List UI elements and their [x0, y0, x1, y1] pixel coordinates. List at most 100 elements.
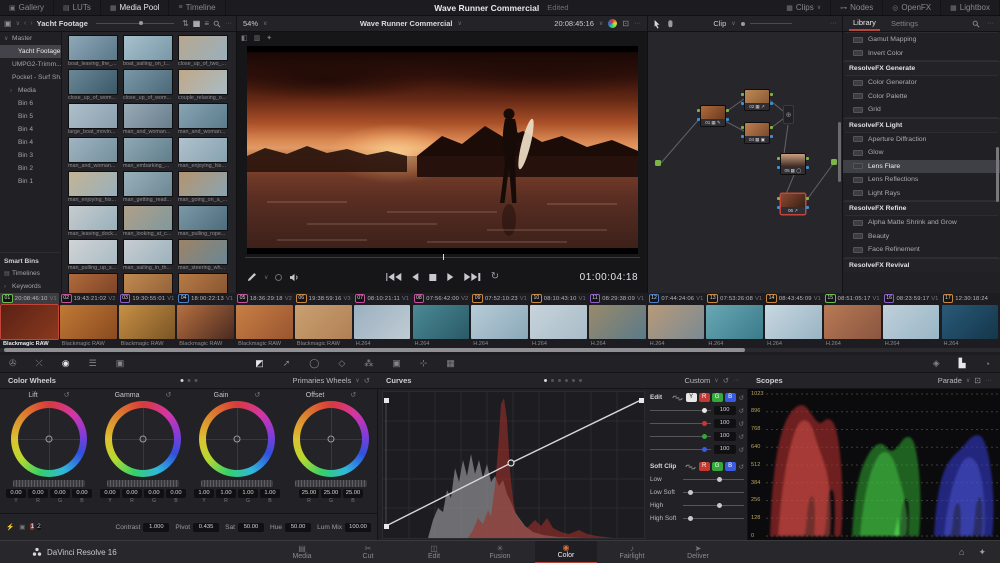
soft-link-icon[interactable]: [685, 464, 696, 470]
gain-value-R[interactable]: 1.00: [216, 489, 236, 498]
media-clip-thumbnail[interactable]: [178, 171, 228, 197]
bin-item-yacht-footage[interactable]: Yacht Footage: [0, 45, 61, 58]
gain-value-G[interactable]: 1.00: [238, 489, 258, 498]
source-node-dot[interactable]: [655, 160, 661, 166]
gamma-value-R[interactable]: 0.00: [122, 489, 142, 498]
fx-item-gamut-mapping[interactable]: Gamut Mapping: [845, 33, 998, 47]
node-graph-scrollbar[interactable]: [838, 122, 841, 182]
media-clip-close-up-of-two[interactable]: close_up_of_two_...: [178, 35, 233, 68]
bin-item-media[interactable]: › Media: [0, 84, 61, 97]
media-clip-thumbnail[interactable]: [68, 35, 118, 61]
wipe-icon[interactable]: ◧: [241, 34, 248, 42]
media-clip-man-and-woman[interactable]: man_and_woman...: [68, 137, 123, 170]
media-clip-thumbnail[interactable]: [68, 103, 118, 129]
annotate-pencil-icon[interactable]: [247, 272, 257, 282]
fx-item-lens-reflections[interactable]: Lens Reflections: [845, 173, 998, 187]
auto-icon[interactable]: ⚡: [6, 523, 14, 531]
media-clip-man-looking-at-c[interactable]: man_looking_at_c...: [123, 205, 178, 238]
wheels-page-1[interactable]: 1: [30, 523, 35, 530]
media-clip-man-enjoying-his[interactable]: man_enjoying_his...: [178, 137, 233, 170]
blur-icon[interactable]: ⊹: [411, 358, 438, 369]
bin-item-bin-4[interactable]: Bin 4: [0, 123, 61, 136]
split-compare-icon[interactable]: ▥: [254, 34, 261, 42]
edit-slider-value[interactable]: 100: [713, 419, 736, 428]
soft-reset-icon[interactable]: ↺: [739, 463, 744, 471]
gamma-color-wheel[interactable]: [105, 401, 181, 477]
smart-bin-keywords[interactable]: › Keywords: [0, 280, 61, 293]
timeline-clip-01[interactable]: 01 20:08:46:10 V1 Blackmagic RAW: [0, 293, 59, 349]
window-icon[interactable]: ◯: [300, 358, 329, 369]
gain-value-Y[interactable]: 1.00: [194, 489, 214, 498]
timeline-clip-15[interactable]: 15 08:51:05:17 V1 H.264: [823, 293, 882, 349]
softclip-slider-high[interactable]: [683, 503, 744, 508]
media-clip-man-getting-read[interactable]: man_getting_read...: [123, 171, 178, 204]
corrector-node-06[interactable]: 06 ↗: [777, 193, 809, 215]
color-match-icon[interactable]: ⤫: [27, 358, 53, 369]
motion-effects-icon[interactable]: ▣: [107, 358, 135, 369]
param-contrast-value[interactable]: 1.000: [143, 522, 170, 532]
bin-item-bin-2[interactable]: Bin 2: [0, 162, 61, 175]
edit-slider[interactable]: [650, 447, 711, 452]
timeline-clip-thumbnail[interactable]: [236, 305, 293, 339]
node-bypass-icon[interactable]: [740, 21, 745, 26]
media-clip-thumbnail[interactable]: [178, 103, 228, 129]
scopes-mode-select[interactable]: Parade: [938, 376, 962, 385]
slider-reset-icon[interactable]: ↺: [739, 407, 744, 415]
wheels-mode-select[interactable]: Primaries Wheels: [293, 376, 352, 385]
grid-view-icon[interactable]: ▦: [193, 19, 201, 28]
thumb-size-slider[interactable]: [95, 21, 175, 25]
scopes-more-icon[interactable]: ···: [985, 377, 992, 384]
timeline-scrollbar[interactable]: [4, 348, 745, 352]
audio-icon[interactable]: [289, 273, 300, 282]
fx-item-grid[interactable]: Grid: [845, 103, 998, 117]
media-clip-thumbnail[interactable]: [68, 69, 118, 95]
magic-mask-icon[interactable]: ▣: [383, 358, 411, 369]
media-clip-man-going-on-a[interactable]: man_going_on_a_...: [178, 171, 233, 204]
media-clip-man-and-woman[interactable]: man_and_woman...: [178, 103, 233, 136]
param-pivot-value[interactable]: 0.435: [193, 522, 220, 532]
compare-icon[interactable]: [275, 273, 283, 281]
timeline-clip-thumbnail[interactable]: [471, 305, 528, 339]
layer-mixer-node[interactable]: ⊕: [783, 105, 794, 124]
media-clip-close-up-of-wom[interactable]: close_up_of_wom...: [123, 69, 178, 102]
fx-item-color-palette[interactable]: Color Palette: [845, 90, 998, 104]
curves-mode-select[interactable]: Custom: [684, 376, 710, 385]
timeline-clip-thumbnail[interactable]: [765, 305, 822, 339]
media-clip-man-steering-wh[interactable]: man_steering_wh...: [178, 239, 233, 272]
timeline-clip-thumbnail[interactable]: [59, 305, 117, 339]
camera-raw-icon[interactable]: ✇: [0, 358, 27, 369]
slider-reset-icon[interactable]: ↺: [739, 446, 744, 454]
bin-item-bin-1[interactable]: Bin 1: [0, 175, 61, 188]
timeline-clip-thumbnail[interactable]: [294, 305, 352, 339]
media-clip-close-up-of-wom[interactable]: close_up_of_wom...: [68, 69, 123, 102]
media-clip-thumbnail[interactable]: [123, 171, 173, 197]
softclip-slider-low[interactable]: [683, 477, 744, 482]
wheel-center-handle[interactable]: [45, 435, 53, 443]
topbar-right-nodes-button[interactable]: ⊶ Nodes: [831, 0, 884, 15]
timeline-clip-thumbnail[interactable]: [941, 305, 999, 339]
viewer-scrub-bar[interactable]: [237, 254, 648, 260]
media-clip-thumbnail[interactable]: [123, 69, 173, 95]
softclip-slider-high-soft[interactable]: [683, 516, 744, 521]
lift-value-G[interactable]: 0.00: [50, 489, 70, 498]
gain-master-wheel[interactable]: [201, 480, 273, 487]
timeline-clip-11[interactable]: 11 08:29:38:09 V1 H.264: [588, 293, 647, 349]
offset-color-wheel[interactable]: [293, 401, 369, 477]
color-viewer-icon[interactable]: [608, 19, 618, 28]
project-settings-icon[interactable]: ✦: [978, 547, 986, 558]
page-tab-edit[interactable]: ◫ Edit: [403, 541, 465, 563]
media-clip-man-leaving-dock[interactable]: man_leaving_dock...: [68, 205, 123, 238]
edit-slider[interactable]: [650, 434, 711, 439]
param-hue-value[interactable]: 50.00: [285, 522, 312, 532]
wheel-center-handle[interactable]: [233, 435, 241, 443]
edit-slider-value[interactable]: 100: [713, 406, 736, 415]
timeline-clip-thumbnail[interactable]: [353, 305, 411, 339]
info-icon[interactable]: ◔: [976, 359, 1000, 369]
curves-icon[interactable]: ◩: [246, 358, 274, 369]
bin-item-pocket-surf-sh[interactable]: Pocket - Surf Sh...: [0, 71, 61, 84]
topbar-right-clips-button[interactable]: ▦ Clips ∨: [777, 0, 832, 15]
viewer-more-icon[interactable]: ···: [634, 20, 641, 27]
corrector-node-01[interactable]: 01 ▦ ✎: [697, 105, 729, 127]
playhead-marker[interactable]: [442, 254, 444, 260]
lift-value-B[interactable]: 0.00: [72, 489, 92, 498]
